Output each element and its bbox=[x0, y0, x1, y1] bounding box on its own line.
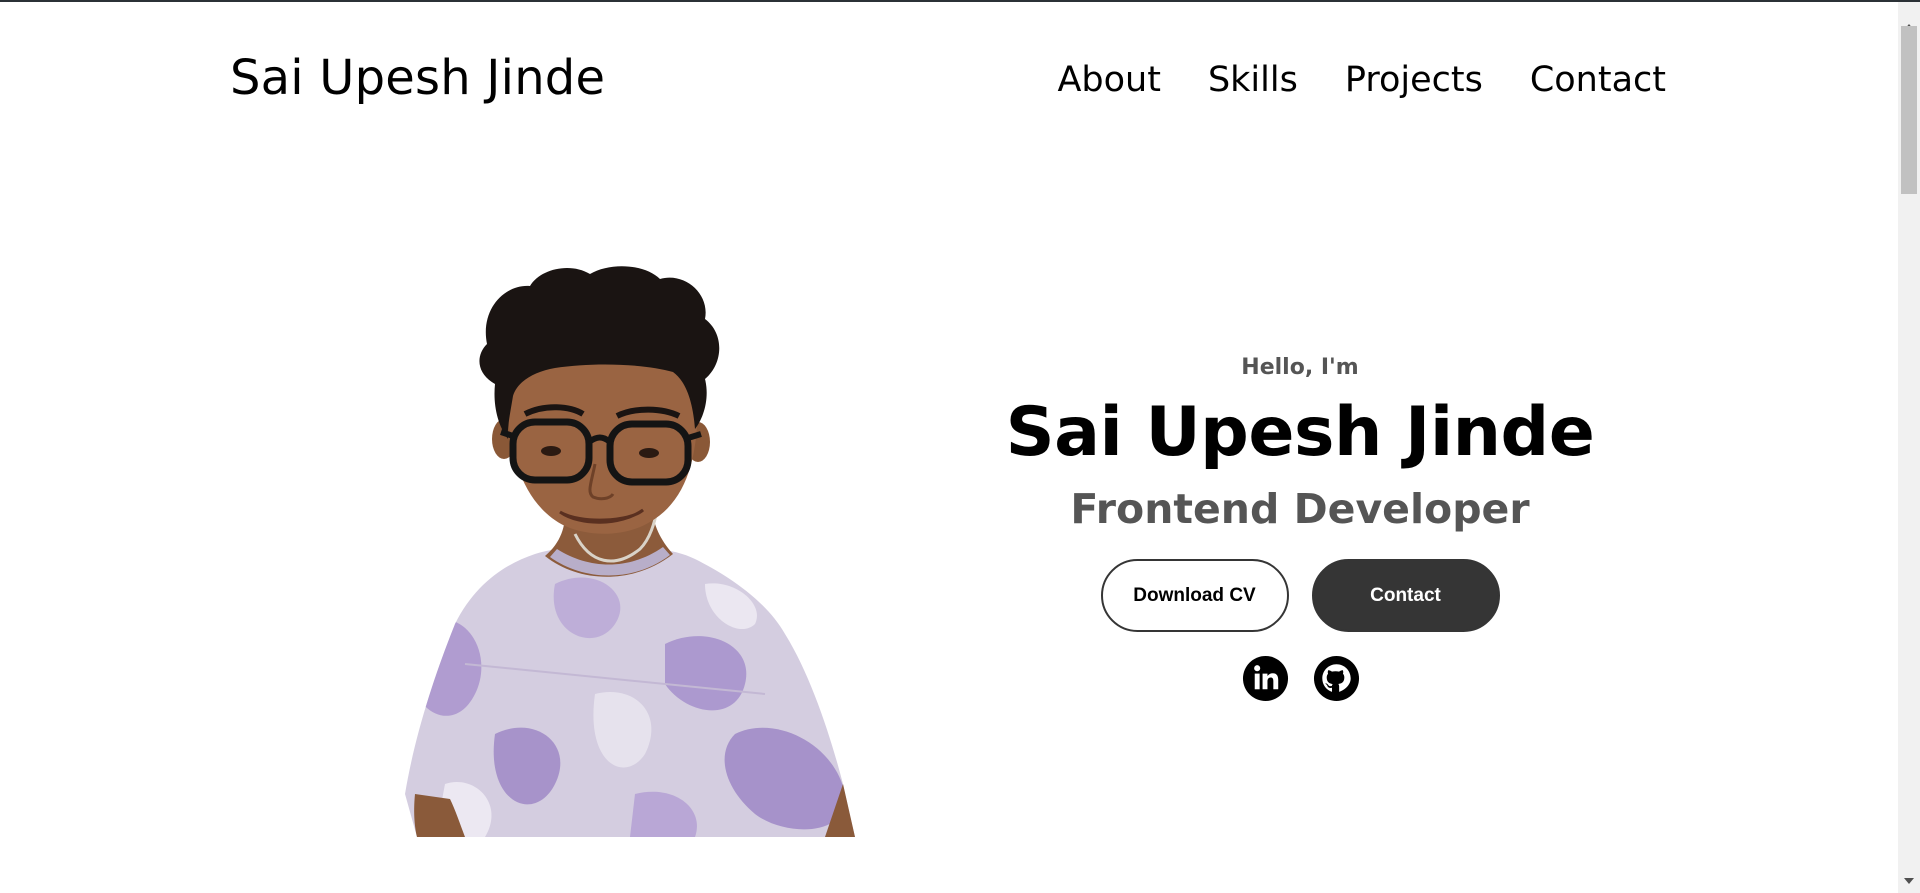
hero-name: Sai Upesh Jinde bbox=[1005, 393, 1595, 472]
nav-link-projects[interactable]: Projects bbox=[1345, 60, 1483, 100]
portfolio-page: Sai Upesh Jinde About Skills Projects Co… bbox=[0, 2, 1898, 893]
nav-link-skills[interactable]: Skills bbox=[1208, 60, 1298, 100]
linkedin-icon[interactable] bbox=[1242, 655, 1289, 702]
scroll-down-arrow-icon[interactable] bbox=[1904, 878, 1914, 884]
contact-button[interactable]: Contact bbox=[1311, 559, 1500, 632]
hero-buttons: Download CV Contact bbox=[1000, 559, 1600, 632]
nav-link-about[interactable]: About bbox=[1057, 60, 1160, 100]
social-links bbox=[1000, 655, 1600, 702]
hero-role: Frontend Developer bbox=[1070, 485, 1530, 533]
vertical-scrollbar[interactable] bbox=[1898, 2, 1920, 893]
hero-section: Hello, I'm Sai Upesh Jinde Frontend Deve… bbox=[1000, 357, 1600, 702]
profile-picture bbox=[405, 266, 855, 837]
browser-viewport: Sai Upesh Jinde About Skills Projects Co… bbox=[0, 0, 1920, 893]
hero-greeting: Hello, I'm bbox=[1241, 355, 1359, 380]
site-logo[interactable]: Sai Upesh Jinde bbox=[230, 50, 605, 106]
download-cv-button[interactable]: Download CV bbox=[1100, 559, 1289, 632]
github-icon[interactable] bbox=[1313, 655, 1360, 702]
main-nav: About Skills Projects Contact bbox=[1057, 60, 1666, 100]
nav-link-contact[interactable]: Contact bbox=[1530, 60, 1666, 100]
scrollbar-thumb[interactable] bbox=[1901, 26, 1917, 194]
